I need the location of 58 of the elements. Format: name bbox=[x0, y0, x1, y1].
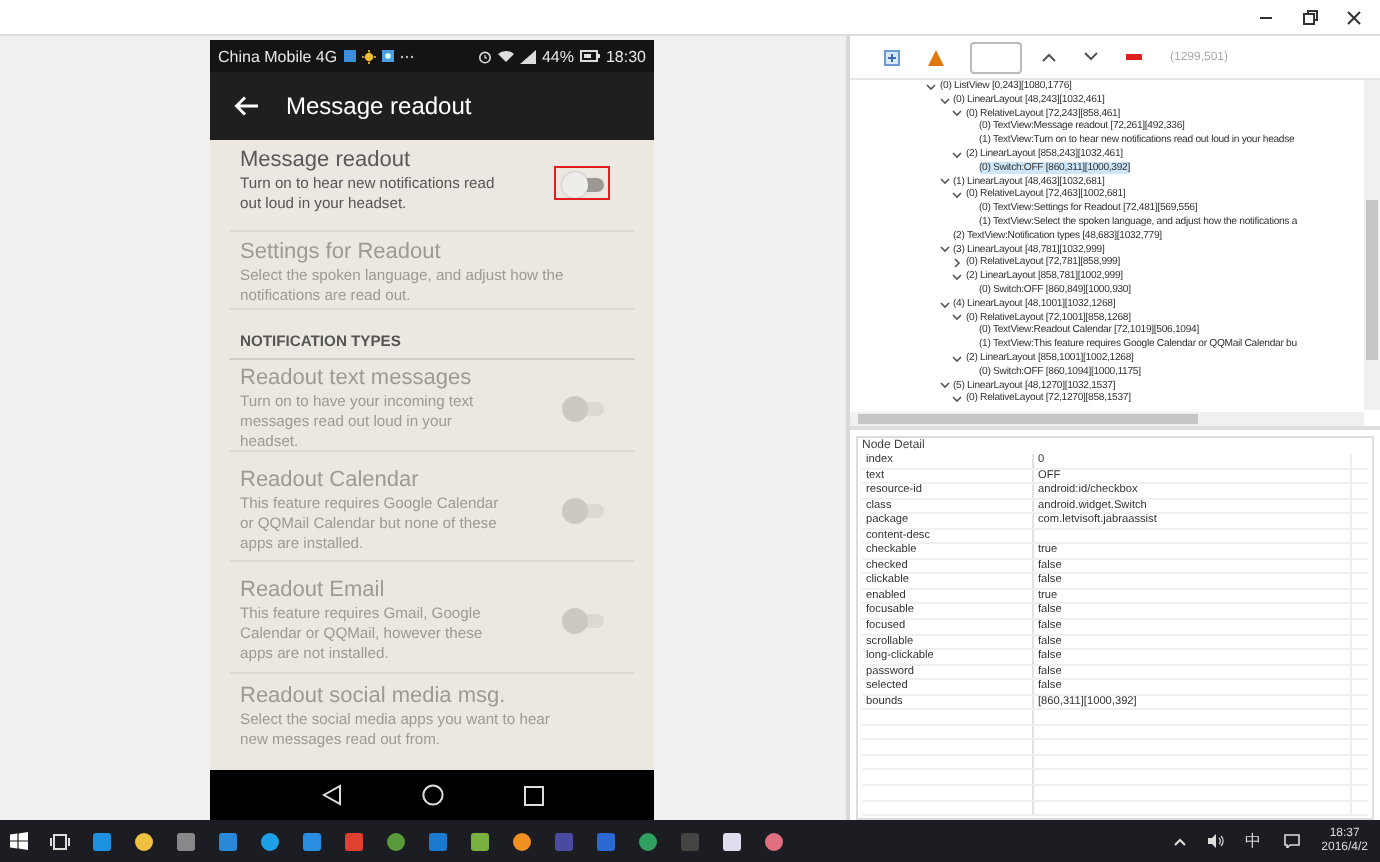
chevron-down-icon[interactable] bbox=[952, 394, 962, 405]
search-field[interactable] bbox=[970, 41, 1022, 73]
input-method[interactable]: 中 bbox=[1245, 830, 1262, 852]
task-view-icon[interactable] bbox=[50, 833, 70, 849]
speaker-icon[interactable] bbox=[1207, 834, 1224, 848]
app-notification-icon bbox=[343, 50, 356, 62]
expand-icon[interactable] bbox=[884, 49, 900, 65]
chevron-down-icon[interactable] bbox=[939, 299, 949, 310]
battery-icon bbox=[579, 50, 600, 62]
battery-level: 44% bbox=[541, 47, 574, 65]
chevron-down-icon[interactable] bbox=[952, 190, 962, 201]
chevron-down-icon[interactable] bbox=[939, 95, 949, 106]
notification-icon[interactable] bbox=[1283, 834, 1300, 848]
chevron-down-icon[interactable] bbox=[939, 176, 949, 187]
app-notification-icon bbox=[381, 50, 394, 62]
clock-time: 18:30 bbox=[605, 47, 646, 65]
more-dots-icon bbox=[399, 53, 414, 59]
close-icon[interactable] bbox=[1344, 7, 1364, 27]
horizontal-scrollbar[interactable] bbox=[850, 412, 1364, 426]
app-icon[interactable] bbox=[764, 831, 784, 851]
item-title: Readout Email bbox=[240, 578, 387, 604]
recents-square-icon[interactable] bbox=[523, 785, 543, 805]
alarm-clock-icon bbox=[477, 49, 492, 63]
wifi-icon bbox=[497, 50, 514, 62]
chevron-down-icon[interactable] bbox=[952, 149, 962, 160]
chevron-down-icon[interactable] bbox=[952, 353, 962, 364]
carrier-name: China Mobile 4G bbox=[218, 47, 338, 65]
chevron-right-icon[interactable] bbox=[952, 258, 962, 269]
app-icon[interactable] bbox=[638, 831, 658, 851]
start-icon[interactable] bbox=[10, 832, 28, 850]
warning-icon[interactable] bbox=[928, 49, 944, 65]
app-icon[interactable] bbox=[260, 831, 280, 851]
chevron-down-icon[interactable] bbox=[926, 81, 936, 92]
restore-icon[interactable] bbox=[1300, 7, 1320, 27]
chevron-down-icon[interactable] bbox=[939, 380, 949, 391]
app-icon[interactable] bbox=[134, 831, 154, 851]
chevron-down-icon[interactable] bbox=[1084, 52, 1098, 62]
toggle-switch[interactable] bbox=[562, 172, 604, 198]
chevron-down-icon[interactable] bbox=[952, 108, 962, 119]
app-icon[interactable] bbox=[722, 831, 742, 851]
chevron-down-icon[interactable] bbox=[939, 244, 949, 255]
chevron-down-icon[interactable] bbox=[952, 312, 962, 323]
screen-title: Message readout bbox=[286, 92, 472, 120]
item-title: Message readout bbox=[240, 148, 412, 174]
item-title: Readout text messages bbox=[240, 366, 474, 392]
chevron-down-icon[interactable] bbox=[952, 272, 962, 283]
home-circle-icon[interactable] bbox=[421, 784, 443, 806]
back-arrow-icon[interactable] bbox=[234, 96, 258, 116]
item-title: Readout Calendar bbox=[240, 467, 421, 493]
chevron-up-icon[interactable] bbox=[1042, 52, 1056, 62]
signal-icon bbox=[519, 49, 536, 63]
app-icon[interactable] bbox=[470, 831, 490, 851]
item-title: Settings for Readout bbox=[240, 240, 443, 266]
back-triangle-icon[interactable] bbox=[321, 784, 341, 806]
vertical-scrollbar[interactable] bbox=[1364, 80, 1380, 410]
app-icon[interactable] bbox=[512, 831, 532, 851]
item-title: Readout social media msg. bbox=[240, 684, 508, 710]
sun-icon bbox=[361, 49, 376, 63]
